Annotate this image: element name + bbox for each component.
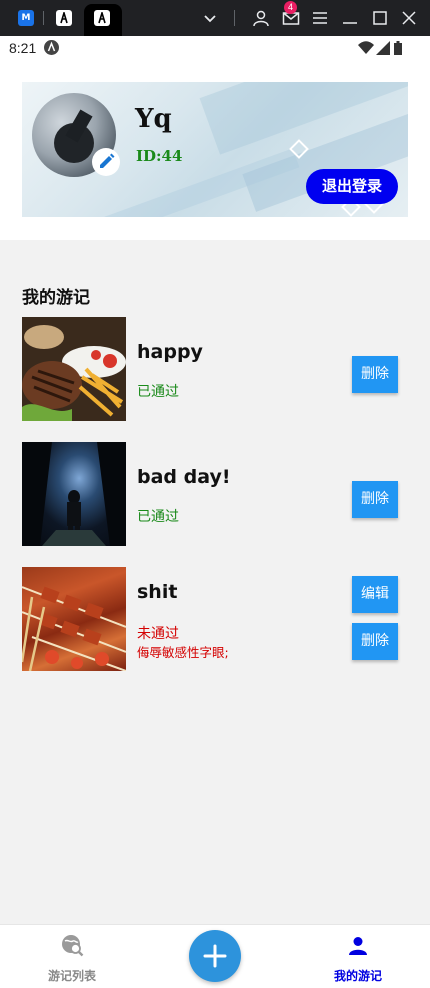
nav-label: 我的游记 <box>333 969 382 983</box>
battery-icon <box>394 41 402 55</box>
add-note-button[interactable] <box>189 930 241 982</box>
note-title: bad day! <box>137 466 231 488</box>
globe-search-icon <box>62 935 84 957</box>
chevron-down-icon[interactable] <box>200 8 220 28</box>
close-icon[interactable] <box>399 8 419 28</box>
window-titlebar: M 4 <box>0 0 430 36</box>
titlebar-divider <box>43 11 44 25</box>
note-row[interactable]: shit 未通过 侮辱敏感性字眼; 编辑 删除 <box>22 567 408 671</box>
edit-button[interactable]: 编辑 <box>352 576 398 613</box>
minimize-icon[interactable] <box>340 8 360 28</box>
notification-badge: 4 <box>284 1 297 14</box>
tab-a-icon[interactable] <box>56 10 72 26</box>
plus-icon <box>203 944 227 968</box>
delete-button[interactable]: 删除 <box>352 356 398 393</box>
note-status: 未通过 <box>137 626 179 642</box>
note-status: 已通过 <box>137 384 179 400</box>
note-thumbnail[interactable] <box>22 442 126 546</box>
status-bar: 8:21 <box>0 36 430 60</box>
nav-tab-note-list[interactable]: 游记列表 <box>38 931 106 985</box>
note-thumbnail[interactable] <box>22 567 126 671</box>
pencil-icon <box>100 153 115 168</box>
tab-b-icon[interactable] <box>94 10 110 26</box>
username: Yq <box>135 104 172 134</box>
nav-label: 游记列表 <box>47 969 96 983</box>
profile-banner: Yq ID:44 退出登录 <box>22 82 408 217</box>
note-thumbnail[interactable] <box>22 317 126 421</box>
note-status: 已通过 <box>137 509 179 525</box>
delete-button[interactable]: 删除 <box>352 481 398 518</box>
section-title: 我的游记 <box>22 288 90 308</box>
delete-button[interactable]: 删除 <box>352 623 398 660</box>
user-id: ID:44 <box>136 147 183 165</box>
controls-divider <box>234 10 235 26</box>
profile-section: Yq ID:44 退出登录 <box>0 60 430 240</box>
account-icon[interactable] <box>251 8 271 28</box>
nav-tab-my-notes[interactable]: 我的游记 <box>324 931 392 985</box>
note-title: shit <box>137 581 178 603</box>
app-icon[interactable]: M <box>18 10 34 26</box>
note-row[interactable]: happy 已通过 删除 <box>22 317 408 421</box>
wifi-icon <box>358 41 374 54</box>
rejection-reason: 侮辱敏感性字眼; <box>137 645 229 660</box>
status-a-icon <box>44 40 59 55</box>
menu-icon[interactable] <box>310 8 330 28</box>
note-row[interactable]: bad day! 已通过 删除 <box>22 442 408 546</box>
note-title: happy <box>137 341 203 363</box>
person-icon <box>349 937 367 955</box>
status-time: 8:21 <box>9 40 37 56</box>
my-notes-panel: 我的游记 happy 已通过 删除 bad day! 已通过 删除 shit 未… <box>0 240 430 925</box>
edit-avatar-button[interactable] <box>92 148 120 176</box>
signal-icon <box>376 41 390 55</box>
maximize-icon[interactable] <box>370 8 390 28</box>
logout-button[interactable]: 退出登录 <box>306 169 398 204</box>
